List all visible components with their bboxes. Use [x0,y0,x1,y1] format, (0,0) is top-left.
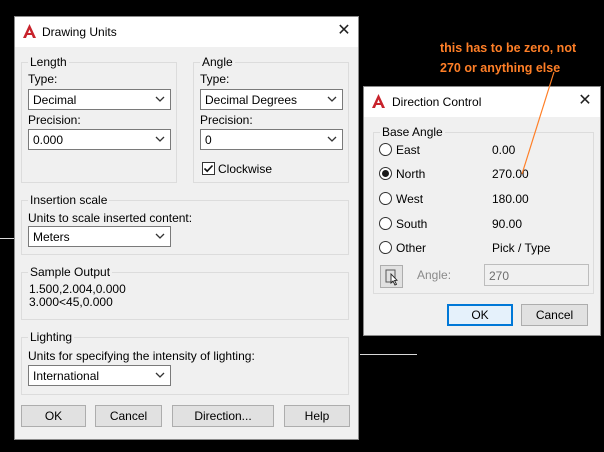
length-type-value: Decimal [33,93,77,107]
drawing-units-close-icon[interactable]: ✕ [334,21,354,41]
length-type-label: Type: [28,72,58,86]
east-angle-value: 0.00 [492,143,516,157]
pick-type-label: Pick / Type [492,241,551,255]
length-precision-select[interactable]: 0.000 [28,129,171,150]
south-angle-value: 90.00 [492,217,523,231]
clockwise-label[interactable]: Clockwise [218,162,272,176]
radio-east[interactable] [379,143,392,156]
sample-output-line-1: 1.500,2.004,0.000 [29,282,126,296]
sample-output-group: Sample Output 1.500,2.004,0.000 3.000<45… [21,265,349,320]
north-angle-value: 270.00 [492,167,529,181]
angle-type-select[interactable]: Decimal Degrees [200,89,343,110]
angle-precision-select[interactable]: 0 [200,129,343,150]
west-angle-value: 180.00 [492,192,529,206]
direction-control-dialog: Direction Control ✕ Base Angle East 0.00… [363,86,601,336]
autocad-logo-icon [372,94,385,108]
base-angle-group-title: Base Angle [380,125,445,139]
angle-label: Angle: [417,268,452,282]
annotation-text: this has to be zero, not 270 or anything… [440,38,576,78]
background-line-right [360,354,417,355]
checkmark-icon [203,164,214,173]
length-precision-label: Precision: [28,113,81,127]
clockwise-checkbox[interactable] [202,162,215,175]
drawing-units-dialog: Drawing Units ✕ Length Type: Decimal Pre… [14,16,359,440]
angle-precision-label: Precision: [200,113,253,127]
angle-type-label: Type: [200,72,230,86]
angle-input[interactable]: 270 [484,264,589,286]
insertion-scale-value: Meters [33,230,70,244]
sample-output-line-2: 3.000<45,0.000 [29,295,113,309]
ok-button[interactable]: OK [21,405,86,427]
radio-west[interactable] [379,192,392,205]
direction-control-close-icon[interactable]: ✕ [575,91,595,111]
angle-input-value: 270 [489,269,510,283]
chevron-down-icon [327,96,337,102]
radio-other-label[interactable]: Other [396,241,426,255]
angle-type-value: Decimal Degrees [205,93,298,107]
chevron-down-icon [155,233,165,239]
length-group: Length Type: Decimal Precision: 0.000 [21,55,177,183]
length-type-select[interactable]: Decimal [28,89,171,110]
radio-south[interactable] [379,217,392,230]
autocad-logo-icon [23,24,36,38]
chevron-down-icon [155,372,165,378]
direction-cancel-button[interactable]: Cancel [521,304,588,326]
lighting-group: Lighting Units for specifying the intens… [21,330,349,395]
radio-south-label[interactable]: South [396,217,427,231]
radio-east-label[interactable]: East [396,143,420,157]
insertion-scale-select[interactable]: Meters [28,226,171,247]
direction-button[interactable]: Direction... [172,405,274,427]
insertion-scale-group: Insertion scale Units to scale inserted … [21,193,349,255]
direction-control-titlebar[interactable]: Direction Control ✕ [364,87,600,117]
cancel-button[interactable]: Cancel [95,405,162,427]
lighting-units-value: International [33,369,100,383]
chevron-down-icon [155,136,165,142]
background-line-left [0,238,14,239]
radio-north[interactable] [379,167,392,180]
length-group-title: Length [28,55,69,69]
sample-output-group-title: Sample Output [28,265,113,279]
chevron-down-icon [327,136,337,142]
direction-ok-button[interactable]: OK [447,304,513,326]
angle-precision-value: 0 [205,133,212,147]
chevron-down-icon [155,96,165,102]
pick-point-icon [385,269,398,286]
radio-north-label[interactable]: North [396,167,425,181]
angle-group-title: Angle [200,55,235,69]
direction-control-title: Direction Control [392,95,482,109]
drawing-units-title: Drawing Units [42,25,117,39]
lighting-label: Units for specifying the intensity of li… [28,349,255,363]
annotation-line-2: 270 or anything else [440,61,561,75]
base-angle-group: Base Angle East 0.00 North 270.00 West 1… [373,125,594,294]
annotation-line-1: this has to be zero, not [440,41,577,55]
length-precision-value: 0.000 [33,133,64,147]
lighting-group-title: Lighting [28,330,75,344]
insertion-scale-group-title: Insertion scale [28,193,110,207]
help-button[interactable]: Help [284,405,350,427]
lighting-units-select[interactable]: International [28,365,171,386]
angle-group: Angle Type: Decimal Degrees Precision: 0… [193,55,349,183]
radio-other[interactable] [379,241,392,254]
insertion-scale-label: Units to scale inserted content: [28,211,193,225]
radio-west-label[interactable]: West [396,192,423,206]
pick-angle-button[interactable] [380,265,403,288]
drawing-units-titlebar[interactable]: Drawing Units ✕ [15,17,358,47]
